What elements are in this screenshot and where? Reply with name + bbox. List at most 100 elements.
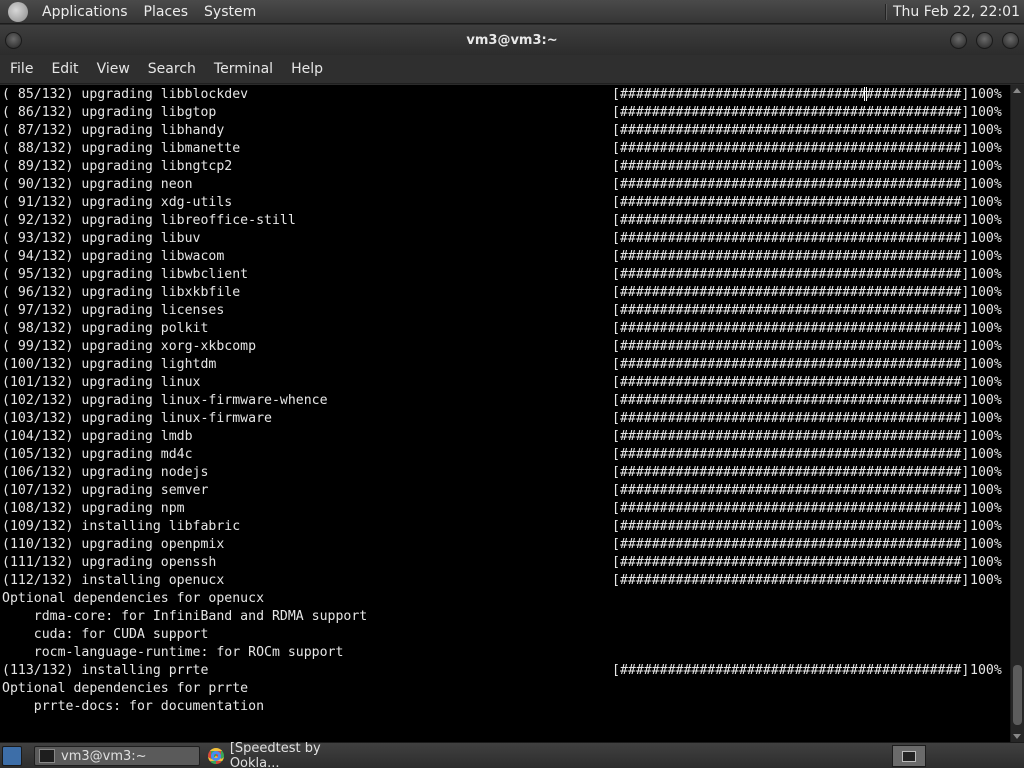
show-desktop-button[interactable] bbox=[2, 746, 22, 766]
menu-file[interactable]: File bbox=[0, 61, 42, 77]
text-cursor-icon bbox=[864, 87, 867, 101]
terminal-line-text: (110/132) upgrading openpmix bbox=[2, 537, 225, 552]
progress-bar-text: [#######################################… bbox=[612, 519, 970, 534]
progress-percent: 100% bbox=[970, 249, 1002, 264]
terminal-line-text: ( 96/132) upgrading libxkbfile bbox=[2, 285, 241, 300]
workspace-switcher[interactable] bbox=[892, 745, 926, 767]
progress-percent: 100% bbox=[970, 285, 1002, 300]
progress-bar-text: [#######################################… bbox=[612, 213, 970, 228]
progress-percent: 100% bbox=[970, 177, 1002, 192]
terminal-line: Optional dependencies for prrte bbox=[2, 680, 1008, 698]
menu-view[interactable]: View bbox=[88, 61, 139, 77]
menu-search[interactable]: Search bbox=[139, 61, 205, 77]
terminal-scrollbar[interactable] bbox=[1010, 85, 1024, 742]
terminal-line-text: (102/132) upgrading linux-firmware-whenc… bbox=[2, 393, 328, 408]
progress-bar-text: [#######################################… bbox=[612, 411, 970, 426]
progress-bar-text: [#######################################… bbox=[612, 537, 970, 552]
terminal-line-text: (104/132) upgrading lmdb bbox=[2, 429, 193, 444]
progress-percent: 100% bbox=[970, 357, 1002, 372]
progress-percent: 100% bbox=[970, 465, 1002, 480]
terminal-menubar: File Edit View Search Terminal Help bbox=[0, 55, 1024, 84]
minimize-button[interactable] bbox=[950, 32, 967, 49]
terminal-line-text: (105/132) upgrading md4c bbox=[2, 447, 193, 462]
scroll-down-arrow-icon[interactable] bbox=[1013, 734, 1021, 739]
window-titlebar[interactable]: vm3@vm3:~ bbox=[0, 25, 1024, 55]
terminal-line-text: ( 95/132) upgrading libwbclient bbox=[2, 267, 249, 282]
progress-bar-text: [#######################################… bbox=[612, 285, 970, 300]
terminal-line: (106/132) upgrading nodejs [#############… bbox=[2, 464, 1008, 482]
progress-percent: 100% bbox=[970, 123, 1002, 138]
gnome-foot-icon[interactable] bbox=[8, 1, 28, 22]
scroll-thumb[interactable] bbox=[1013, 665, 1022, 725]
terminal-line-text: prrte-docs: for documentation bbox=[2, 699, 265, 714]
terminal-line: (113/132) installing prrte [#############… bbox=[2, 662, 1008, 680]
progress-percent: 100% bbox=[970, 483, 1002, 498]
terminal-line-text: ( 90/132) upgrading neon bbox=[2, 177, 193, 192]
terminal-line: (103/132) upgrading linux-firmware [#####… bbox=[2, 410, 1008, 428]
terminal-output[interactable]: ( 85/132) upgrading libblockdev [########… bbox=[0, 85, 1010, 742]
terminal-line: ( 88/132) upgrading libmanette [#########… bbox=[2, 140, 1008, 158]
system-menu[interactable]: System bbox=[196, 4, 264, 20]
terminal-line-text: rocm-language-runtime: for ROCm support bbox=[2, 645, 344, 660]
applications-menu[interactable]: Applications bbox=[34, 4, 136, 20]
terminal-line-text: (103/132) upgrading linux-firmware bbox=[2, 411, 272, 426]
terminal-line-text: ( 94/132) upgrading libwacom bbox=[2, 249, 225, 264]
scroll-up-arrow-icon[interactable] bbox=[1013, 88, 1021, 93]
terminal-line: ( 85/132) upgrading libblockdev [########… bbox=[2, 86, 1008, 104]
progress-percent: 100% bbox=[970, 663, 1002, 678]
progress-percent: 100% bbox=[970, 339, 1002, 354]
progress-bar-text: [#######################################… bbox=[612, 231, 970, 246]
menu-edit[interactable]: Edit bbox=[42, 61, 87, 77]
terminal-line: (100/132) upgrading lightdm [############… bbox=[2, 356, 1008, 374]
menu-terminal[interactable]: Terminal bbox=[205, 61, 282, 77]
terminal-line: ( 91/132) upgrading xdg-utils [##########… bbox=[2, 194, 1008, 212]
terminal-line-text: ( 87/132) upgrading libhandy bbox=[2, 123, 225, 138]
terminal-line-text: ( 88/132) upgrading libmanette bbox=[2, 141, 241, 156]
terminal-line: ( 92/132) upgrading libreoffice-still [##… bbox=[2, 212, 1008, 230]
taskbar-browser-button[interactable]: [Speedtest by Ookla... bbox=[204, 741, 372, 768]
close-button[interactable] bbox=[1002, 32, 1019, 49]
progress-bar-text: [#######################################… bbox=[612, 357, 970, 372]
progress-percent: 100% bbox=[970, 537, 1002, 552]
chrome-icon bbox=[208, 748, 224, 764]
window-menu-button[interactable] bbox=[5, 32, 22, 49]
terminal-line: (110/132) upgrading openpmix [###########… bbox=[2, 536, 1008, 554]
terminal-line: (112/132) installing openucx [###########… bbox=[2, 572, 1008, 590]
terminal-line-text: (106/132) upgrading nodejs bbox=[2, 465, 209, 480]
terminal-line: rdma-core: for InfiniBand and RDMA suppo… bbox=[2, 608, 1008, 626]
terminal-line-text: ( 91/132) upgrading xdg-utils bbox=[2, 195, 233, 210]
maximize-button[interactable] bbox=[976, 32, 993, 49]
progress-bar-text: [#######################################… bbox=[612, 573, 970, 588]
terminal-line: ( 87/132) upgrading libhandy [###########… bbox=[2, 122, 1008, 140]
terminal-line: (108/132) upgrading npm [################… bbox=[2, 500, 1008, 518]
progress-percent: 100% bbox=[970, 519, 1002, 534]
terminal-line: ( 94/132) upgrading libwacom [###########… bbox=[2, 248, 1008, 266]
terminal-line-text: ( 97/132) upgrading licenses bbox=[2, 303, 225, 318]
terminal-line-text: (109/132) installing libfabric bbox=[2, 519, 241, 534]
terminal-line-text: (101/132) upgrading linux bbox=[2, 375, 201, 390]
places-menu[interactable]: Places bbox=[136, 4, 197, 20]
terminal-line-text: Optional dependencies for openucx bbox=[2, 591, 265, 606]
terminal-line-text: Optional dependencies for prrte bbox=[2, 681, 249, 696]
window-title: vm3@vm3:~ bbox=[466, 32, 558, 48]
taskbar-terminal-button[interactable]: vm3@vm3:~ bbox=[34, 746, 200, 766]
terminal-line: (104/132) upgrading lmdb [###############… bbox=[2, 428, 1008, 446]
panel-clock[interactable]: Thu Feb 22, 22:01 bbox=[893, 4, 1024, 20]
terminal-line-text: (113/132) installing prrte bbox=[2, 663, 209, 678]
terminal-line: ( 90/132) upgrading neon [###############… bbox=[2, 176, 1008, 194]
progress-bar-text: [#######################################… bbox=[612, 483, 970, 498]
progress-bar-text: [#######################################… bbox=[612, 141, 970, 156]
progress-bar-text: [#######################################… bbox=[612, 195, 970, 210]
terminal-line: ( 86/132) upgrading libgtop [############… bbox=[2, 104, 1008, 122]
progress-percent: 100% bbox=[970, 195, 1002, 210]
bottom-taskbar: vm3@vm3:~ [Speedtest by Ookla... bbox=[0, 741, 1024, 768]
progress-bar-text: [#######################################… bbox=[612, 663, 970, 678]
terminal-line: ( 96/132) upgrading libxkbfile [#########… bbox=[2, 284, 1008, 302]
progress-bar-text: [#######################################… bbox=[612, 555, 970, 570]
terminal-line: (101/132) upgrading linux [##############… bbox=[2, 374, 1008, 392]
menu-help[interactable]: Help bbox=[282, 61, 332, 77]
progress-percent: 100% bbox=[970, 573, 1002, 588]
terminal-line: prrte-docs: for documentation bbox=[2, 698, 1008, 716]
progress-bar-text: [#######################################… bbox=[612, 447, 970, 462]
taskbar-browser-label: [Speedtest by Ookla... bbox=[229, 741, 321, 768]
